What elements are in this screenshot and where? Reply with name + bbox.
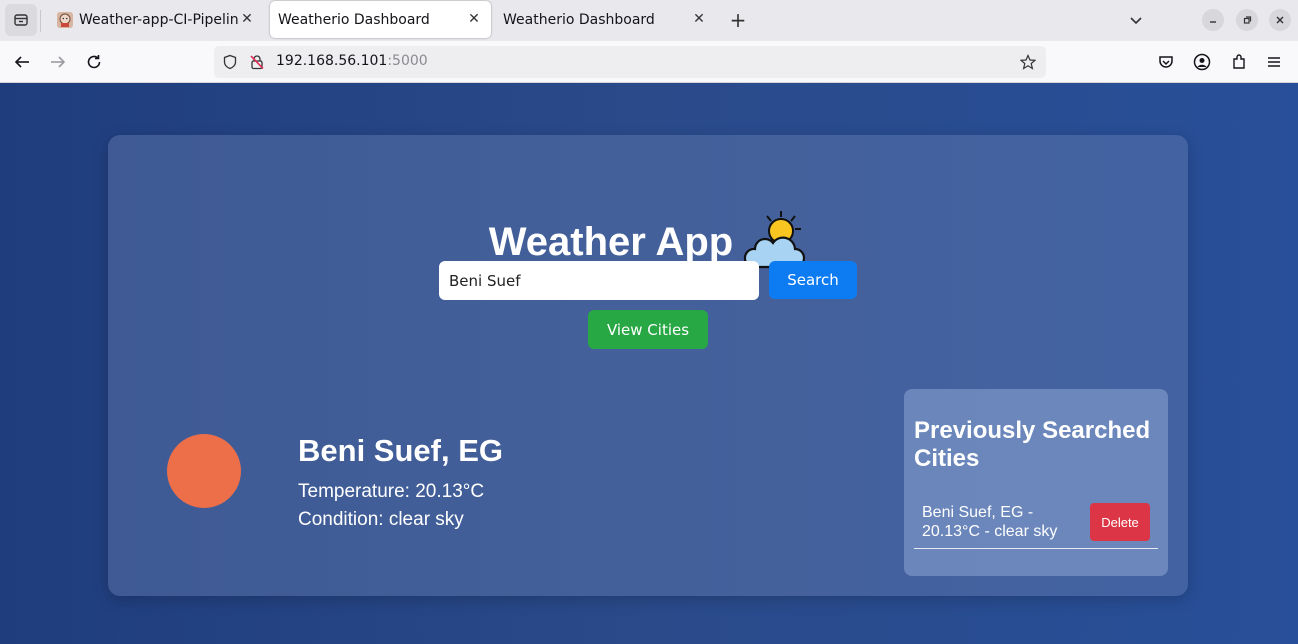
history-list-item: Beni Suef, EG - 20.13°C - clear sky Dele…	[914, 501, 1158, 549]
current-temperature: Temperature: 20.13°C	[298, 481, 485, 502]
tab-weatherio-active[interactable]: Weatherio Dashboard ✕	[270, 1, 491, 38]
shield-icon[interactable]	[222, 54, 238, 70]
address-bar[interactable]: 192.168.56.101:5000	[214, 46, 1046, 78]
back-arrow-icon[interactable]	[9, 49, 35, 75]
minimize-window-icon[interactable]	[1202, 9, 1224, 31]
view-cities-button[interactable]: View Cities	[588, 310, 708, 349]
insecure-lock-icon[interactable]	[249, 54, 265, 70]
tab-strip: Weather-app-CI-Pipeline [ ✕ Weatherio Da…	[0, 0, 1298, 41]
url-host: 192.168.56.101	[276, 53, 388, 69]
restore-window-icon[interactable]	[1236, 9, 1258, 31]
tab-jenkins-pipeline[interactable]: Weather-app-CI-Pipeline [ ✕	[46, 1, 264, 38]
history-panel: Previously Searched Cities Beni Suef, EG…	[904, 389, 1168, 576]
url-text[interactable]: 192.168.56.101:5000	[276, 53, 428, 69]
close-tab-icon[interactable]: ✕	[465, 10, 483, 28]
forward-arrow-icon[interactable]	[45, 49, 71, 75]
reload-icon[interactable]	[81, 49, 107, 75]
close-tab-icon[interactable]: ✕	[238, 10, 256, 28]
city-search-input[interactable]	[439, 261, 759, 300]
close-window-icon[interactable]	[1269, 9, 1291, 31]
history-title: Previously Searched Cities	[914, 417, 1151, 472]
weather-card: Weather App Search View Cities Beni Suef…	[108, 135, 1188, 596]
tab-overview-button[interactable]	[5, 4, 37, 36]
tab-title: Weather-app-CI-Pipeline [	[79, 11, 239, 28]
close-tab-icon[interactable]: ✕	[690, 10, 708, 28]
jenkins-icon	[57, 11, 73, 28]
tab-separator	[40, 10, 41, 32]
history-item-text: Beni Suef, EG - 20.13°C - clear sky	[922, 504, 1058, 540]
tab-overview-icon	[14, 14, 28, 26]
url-port: :5000	[387, 53, 428, 69]
page-viewport: Weather App Search View Cities Beni Suef…	[0, 83, 1298, 644]
pocket-icon[interactable]	[1156, 52, 1176, 72]
menu-hamburger-icon[interactable]	[1264, 52, 1284, 72]
tab-title: Weatherio Dashboard	[278, 11, 430, 28]
account-icon[interactable]	[1192, 52, 1212, 72]
bookmark-star-icon[interactable]	[1020, 54, 1036, 70]
current-condition: Condition: clear sky	[298, 509, 464, 530]
search-button[interactable]: Search	[769, 261, 857, 299]
new-tab-plus-icon[interactable]: +	[727, 8, 749, 32]
delete-button[interactable]: Delete	[1090, 503, 1150, 541]
sun-circle-icon	[167, 434, 241, 508]
extensions-icon[interactable]	[1229, 52, 1249, 72]
navigation-toolbar: 192.168.56.101:5000	[0, 41, 1298, 83]
page-title: Weather App	[488, 220, 734, 264]
tab-title: Weatherio Dashboard	[503, 11, 655, 28]
tab-weatherio[interactable]: Weatherio Dashboard ✕	[495, 1, 716, 38]
current-city-name: Beni Suef, EG	[298, 433, 503, 468]
chevron-down-icon[interactable]	[1125, 9, 1147, 31]
app-header: Weather App	[108, 203, 1188, 269]
